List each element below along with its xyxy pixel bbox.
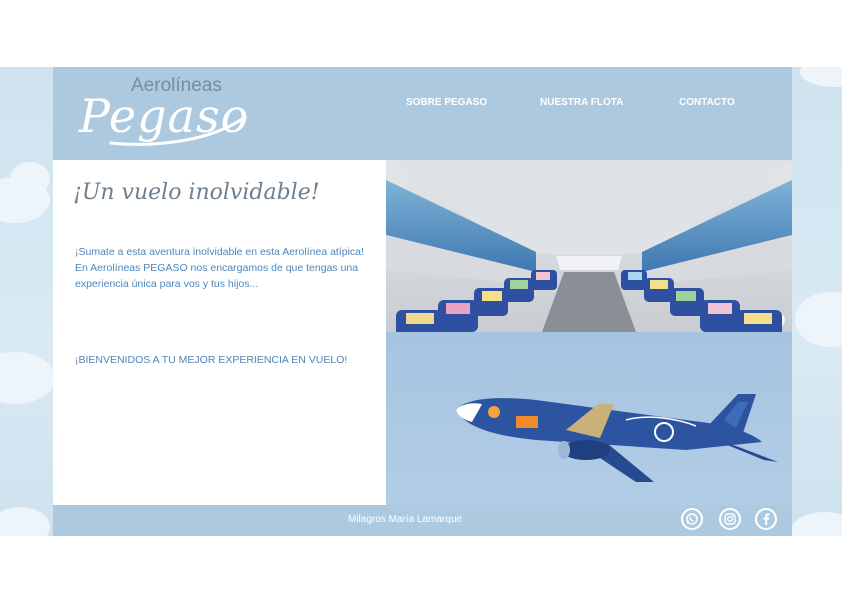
facebook-icon[interactable] — [755, 508, 777, 530]
intro-panel: ¡Un vuelo inolvidable! ¡Sumate a esta av… — [53, 160, 385, 505]
footer: Milagros María Lamarque — [53, 505, 792, 536]
website: Aerolíneas Pegaso SOBRE PEGASO NUESTRA F… — [53, 67, 792, 536]
instagram-icon[interactable] — [719, 508, 741, 530]
welcome-text: ¡BIENVENIDOS A TU MEJOR EXPERIENCIA EN V… — [75, 354, 348, 366]
logo-swoosh-icon — [109, 115, 247, 146]
cloud — [795, 292, 842, 347]
nav-nuestra-flota[interactable]: NUESTRA FLOTA — [540, 97, 623, 108]
cloud — [0, 507, 50, 536]
nav-contacto[interactable]: CONTACTO — [679, 97, 735, 108]
cloud — [10, 162, 50, 196]
header: Aerolíneas Pegaso SOBRE PEGASO NUESTRA F… — [53, 67, 792, 160]
footer-credit: Milagros María Lamarque — [348, 514, 462, 525]
cloud — [800, 67, 842, 87]
cabin-illustration — [386, 160, 792, 332]
cloud — [0, 352, 55, 404]
airplane-photo — [386, 332, 792, 505]
intro-text: ¡Sumate a esta aventura inolvidable en e… — [75, 246, 364, 290]
headline: ¡Un vuelo inolvidable! — [73, 180, 320, 205]
logo[interactable]: Aerolíneas Pegaso — [79, 75, 249, 150]
nav-sobre-pegaso[interactable]: SOBRE PEGASO — [406, 97, 487, 108]
airplane-illustration — [456, 394, 778, 482]
cabin-photo — [386, 160, 792, 332]
cloud — [790, 512, 842, 536]
whatsapp-icon[interactable] — [681, 508, 703, 530]
